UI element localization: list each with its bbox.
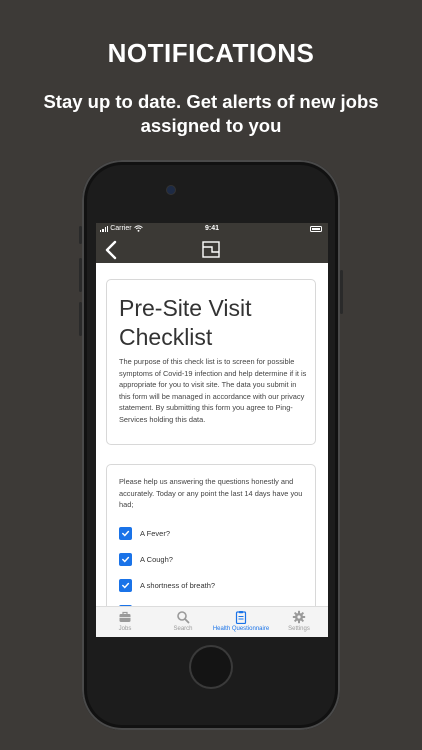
- question-prompt: Please help us answering the questions h…: [119, 477, 303, 509]
- app-screen: Carrier 9:41 Pre-Site Visit Checklist Th…: [96, 223, 328, 637]
- tab-label: Settings: [288, 626, 310, 632]
- app-logo-icon: [202, 241, 220, 258]
- promo-subhead: Stay up to date. Get alerts of new jobs …: [43, 91, 379, 136]
- briefcase-icon: [119, 611, 131, 622]
- question-label: A Fever?: [140, 528, 171, 538]
- checkbox-checked-icon[interactable]: [119, 578, 132, 592]
- checkbox-checked-icon[interactable]: [119, 526, 132, 540]
- checkbox-checked-icon[interactable]: [119, 552, 132, 566]
- clipboard-icon: [235, 611, 247, 624]
- checklist-intro-text: The purpose of this check list is to scr…: [119, 357, 307, 424]
- tab-label: Health Questionnaire: [212, 626, 270, 632]
- tab-label: Search: [173, 626, 193, 632]
- scroll-content[interactable]: Pre-Site Visit Checklist The purpose of …: [96, 263, 328, 624]
- question-label: A shortness of breath?: [140, 580, 216, 590]
- question-fever[interactable]: A Fever?: [119, 526, 170, 540]
- phone-volume-down: [79, 302, 82, 336]
- back-chevron-icon[interactable]: [102, 240, 120, 260]
- tab-settings[interactable]: Settings: [270, 607, 328, 637]
- phone-power-button: [340, 270, 343, 314]
- question-label: A Cough?: [140, 554, 173, 564]
- search-icon: [177, 611, 190, 624]
- front-camera: [167, 186, 175, 194]
- tab-search[interactable]: Search: [154, 607, 212, 637]
- question-cough[interactable]: A Cough?: [119, 552, 173, 566]
- questions-card: Please help us answering the questions h…: [106, 464, 316, 624]
- checklist-intro-card: Pre-Site Visit Checklist The purpose of …: [106, 279, 316, 445]
- tab-bar: Jobs Search Health Questionnaire Setting…: [96, 606, 328, 637]
- status-bar: Carrier 9:41: [96, 223, 328, 236]
- phone-volume-up: [79, 258, 82, 292]
- battery-icon: [310, 226, 322, 232]
- status-time: 9:41: [204, 225, 219, 232]
- tab-label: Jobs: [118, 626, 132, 632]
- tab-jobs[interactable]: Jobs: [96, 607, 154, 637]
- phone-mute-switch: [79, 226, 82, 244]
- page-title: Pre-Site Visit Checklist: [119, 295, 252, 350]
- nav-bar: [96, 236, 328, 263]
- question-shortness-of-breath[interactable]: A shortness of breath?: [119, 578, 215, 592]
- gear-icon: [292, 610, 306, 624]
- promo-headline: NOTIFICATIONS: [107, 38, 315, 68]
- tab-health-questionnaire[interactable]: Health Questionnaire: [212, 607, 270, 637]
- home-button[interactable]: [191, 647, 231, 687]
